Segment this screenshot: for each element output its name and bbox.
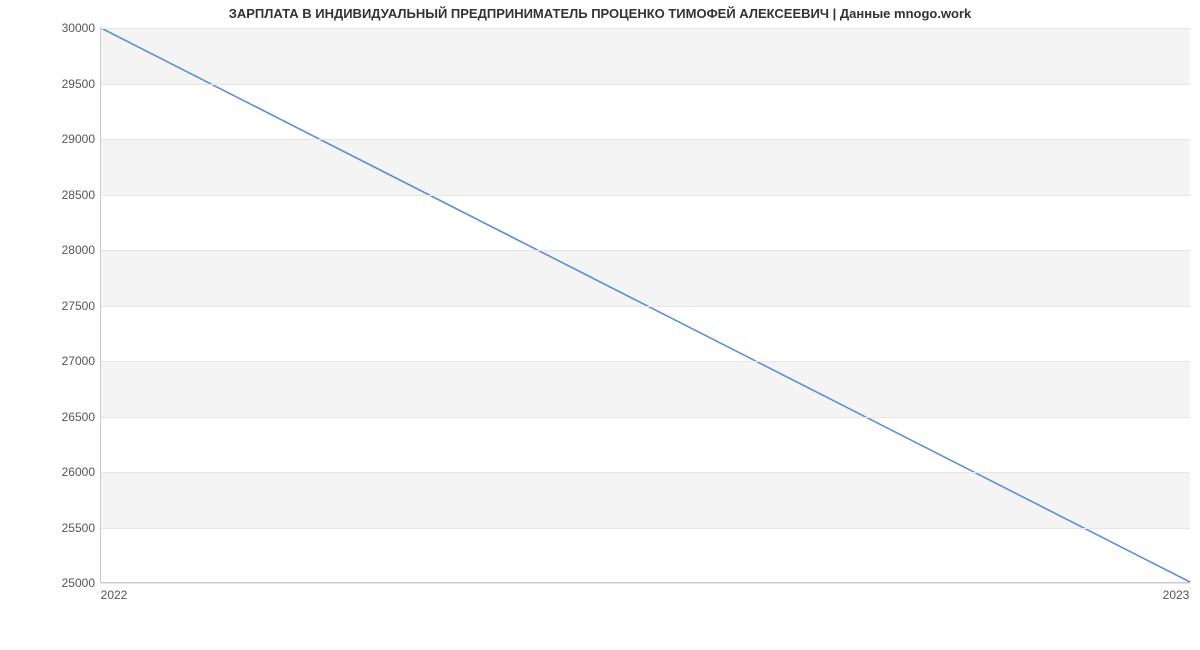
- gridline: [101, 472, 1190, 473]
- plot-area: [100, 28, 1190, 583]
- y-tick-label: 27500: [62, 299, 95, 313]
- y-tick-label: 29000: [62, 132, 95, 146]
- y-tick-label: 27000: [62, 354, 95, 368]
- y-tick-label: 28000: [62, 243, 95, 257]
- chart-title: ЗАРПЛАТА В ИНДИВИДУАЛЬНЫЙ ПРЕДПРИНИМАТЕЛ…: [0, 6, 1200, 21]
- y-tick-label: 26500: [62, 410, 95, 424]
- gridline: [101, 250, 1190, 251]
- gridline: [101, 306, 1190, 307]
- y-tick-label: 30000: [62, 21, 95, 35]
- y-tick-label: 25000: [62, 576, 95, 590]
- gridline: [101, 195, 1190, 196]
- gridline: [101, 139, 1190, 140]
- y-tick-label: 28500: [62, 188, 95, 202]
- y-tick-label: 25500: [62, 521, 95, 535]
- x-tick-label: 2022: [101, 588, 128, 602]
- y-tick-label: 29500: [62, 77, 95, 91]
- gridline: [101, 84, 1190, 85]
- gridline: [101, 583, 1190, 584]
- gridline: [101, 417, 1190, 418]
- gridline: [101, 528, 1190, 529]
- x-tick-label: 2023: [1163, 588, 1190, 602]
- gridline: [101, 28, 1190, 29]
- y-tick-label: 26000: [62, 465, 95, 479]
- gridline: [101, 361, 1190, 362]
- chart-container: ЗАРПЛАТА В ИНДИВИДУАЛЬНЫЙ ПРЕДПРИНИМАТЕЛ…: [0, 0, 1200, 650]
